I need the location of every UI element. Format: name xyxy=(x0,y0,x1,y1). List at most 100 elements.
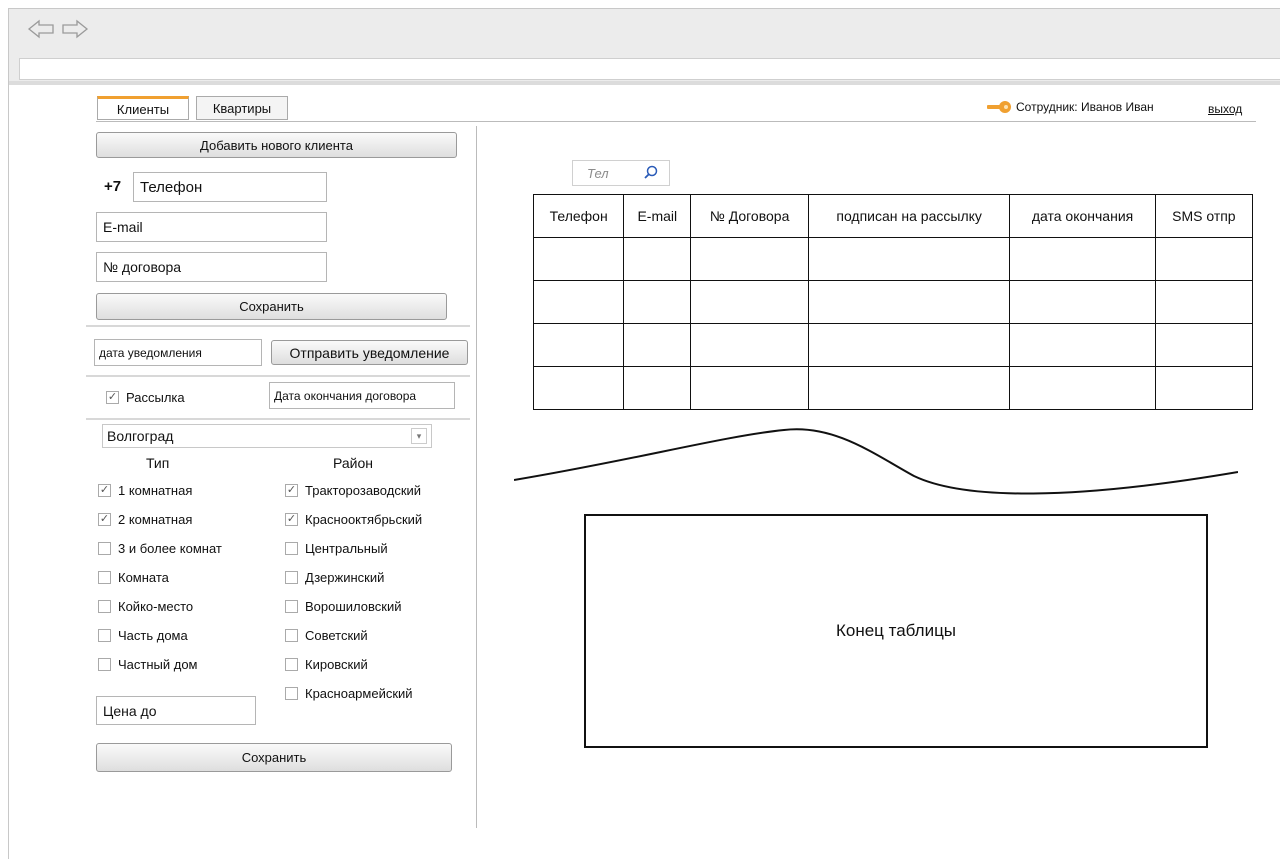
checkbox-icon[interactable]: ✓ xyxy=(285,484,298,497)
section-divider xyxy=(86,325,470,327)
type-checkbox[interactable]: Комната xyxy=(98,570,169,585)
newsletter-checkbox[interactable]: ✓ Рассылка xyxy=(106,390,185,405)
clients-table: Телефон E-mail № Договора подписан на рассы… xyxy=(532,194,1254,410)
table-cell xyxy=(1154,280,1254,324)
table-cell xyxy=(690,366,809,410)
table-row xyxy=(532,280,1254,324)
column-header[interactable]: № Договора xyxy=(690,194,809,238)
district-checkbox[interactable]: ✓ Краснооктябрьский xyxy=(285,512,422,527)
checkbox-icon[interactable] xyxy=(285,600,298,613)
column-header[interactable]: подписан на рассылку xyxy=(807,194,1011,238)
table-cell xyxy=(1009,280,1156,324)
district-label: Центральный xyxy=(305,541,388,556)
type-checkbox[interactable]: Часть дома xyxy=(98,628,188,643)
district-checkbox[interactable]: Центральный xyxy=(285,541,388,556)
contract-end-date-input[interactable]: Дата окончания договора xyxy=(269,382,455,409)
forward-arrow-icon[interactable] xyxy=(61,19,89,39)
checkbox-icon[interactable] xyxy=(98,571,111,584)
type-checkbox[interactable]: Частный дом xyxy=(98,657,198,672)
table-cell xyxy=(1154,237,1254,281)
back-arrow-icon[interactable] xyxy=(27,19,55,39)
notification-date-input[interactable]: дата уведомления xyxy=(94,339,262,366)
column-header[interactable]: Телефон xyxy=(532,194,625,238)
chevron-down-icon[interactable]: ▾ xyxy=(411,428,427,444)
employee-name: Сотрудник: Иванов Иван xyxy=(1016,100,1154,114)
type-header: Тип xyxy=(146,455,170,471)
table-row xyxy=(532,323,1254,367)
district-checkbox[interactable]: Советский xyxy=(285,628,368,643)
type-checkbox[interactable]: 3 и более комнат xyxy=(98,541,222,556)
table-cell xyxy=(1154,323,1254,367)
max-price-input[interactable]: Цена до xyxy=(96,696,256,725)
checkbox-icon[interactable]: ✓ xyxy=(98,484,111,497)
district-label: Ворошиловский xyxy=(305,599,402,614)
email-input[interactable]: E-mail xyxy=(96,212,327,242)
table-cell xyxy=(1009,366,1156,410)
table-cell xyxy=(807,237,1011,281)
table-cell xyxy=(532,323,625,367)
type-checkbox[interactable]: ✓ 2 комнатная xyxy=(98,512,192,527)
search-placeholder: Тел xyxy=(587,165,609,181)
district-checkbox[interactable]: Дзержинский xyxy=(285,570,384,585)
table-cell xyxy=(690,280,809,324)
table-cell xyxy=(807,280,1011,324)
district-label: Краснооктябрьский xyxy=(305,512,423,527)
table-cell xyxy=(623,280,692,324)
add-client-button[interactable]: Добавить нового клиента xyxy=(96,132,457,158)
type-label: Койко-место xyxy=(118,599,194,614)
district-checkbox[interactable]: ✓ Тракторозаводский xyxy=(285,483,421,498)
checkbox-icon[interactable] xyxy=(98,629,111,642)
checkbox-icon[interactable]: ✓ xyxy=(106,391,119,404)
newsletter-label: Рассылка xyxy=(126,390,185,405)
district-checkbox[interactable]: Ворошиловский xyxy=(285,599,401,614)
table-cell xyxy=(623,366,692,410)
checkbox-icon[interactable] xyxy=(285,687,298,700)
table-break-line xyxy=(514,428,1238,495)
section-divider xyxy=(86,375,470,377)
checkbox-icon[interactable] xyxy=(98,542,111,555)
table-cell xyxy=(1009,323,1156,367)
browser-toolbar xyxy=(9,9,1280,49)
checkbox-icon[interactable] xyxy=(285,658,298,671)
contract-number-input[interactable]: № договора xyxy=(96,252,327,282)
column-header[interactable]: E-mail xyxy=(623,194,692,238)
city-select[interactable]: Волгоград ▾ xyxy=(102,424,432,448)
checkbox-icon[interactable]: ✓ xyxy=(98,513,111,526)
checkbox-icon[interactable] xyxy=(285,542,298,555)
send-notification-button[interactable]: Отправить уведомление xyxy=(271,340,468,365)
search-input[interactable]: Тел xyxy=(572,160,670,186)
search-icon[interactable] xyxy=(643,165,659,181)
type-label: Часть дома xyxy=(118,628,188,643)
table-cell xyxy=(532,280,625,324)
district-label: Советский xyxy=(305,628,368,643)
checkbox-icon[interactable] xyxy=(285,571,298,584)
panel-divider xyxy=(476,126,477,828)
district-checkbox[interactable]: Красноармейский xyxy=(285,686,413,701)
logout-link[interactable]: выход xyxy=(1208,102,1242,116)
phone-prefix: +7 xyxy=(104,178,122,195)
district-header: Район xyxy=(333,455,373,471)
tab-clients[interactable]: Клиенты xyxy=(97,96,189,120)
type-label: Комната xyxy=(118,570,169,585)
save-filters-button[interactable]: Сохранить xyxy=(96,743,452,772)
checkbox-icon[interactable] xyxy=(98,658,111,671)
column-header[interactable]: дата окончания xyxy=(1009,194,1156,238)
district-checkbox[interactable]: Кировский xyxy=(285,657,368,672)
column-header[interactable]: SMS отпр xyxy=(1154,194,1254,238)
checkbox-icon[interactable] xyxy=(98,600,111,613)
table-cell xyxy=(532,237,625,281)
save-client-button[interactable]: Сохранить xyxy=(96,293,447,320)
phone-input[interactable]: Телефон xyxy=(133,172,327,202)
type-checkbox[interactable]: Койко-место xyxy=(98,599,193,614)
table-cell xyxy=(690,323,809,367)
table-cell xyxy=(623,323,692,367)
table-cell xyxy=(623,237,692,281)
checkbox-icon[interactable]: ✓ xyxy=(285,513,298,526)
type-label: Частный дом xyxy=(118,657,198,672)
table-row xyxy=(532,366,1254,410)
checkbox-icon[interactable] xyxy=(285,629,298,642)
type-label: 2 комнатная xyxy=(118,512,193,527)
type-checkbox[interactable]: ✓ 1 комнатная xyxy=(98,483,192,498)
tab-apartments[interactable]: Квартиры xyxy=(196,96,288,120)
url-field[interactable] xyxy=(19,58,1280,80)
